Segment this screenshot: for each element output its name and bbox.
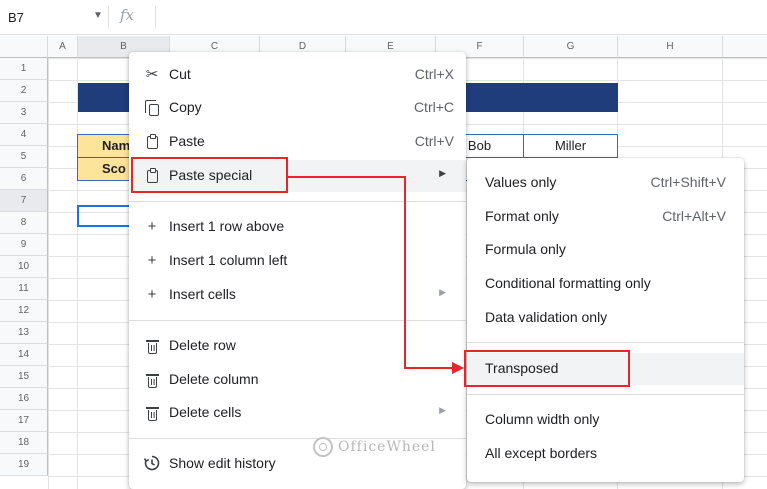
officewheel-logo-icon: [313, 437, 333, 457]
watermark-logo: OfficeWheel: [313, 437, 436, 457]
watermark-text: OfficeWheel: [338, 439, 436, 455]
annotation-arrow: [288, 176, 464, 374]
